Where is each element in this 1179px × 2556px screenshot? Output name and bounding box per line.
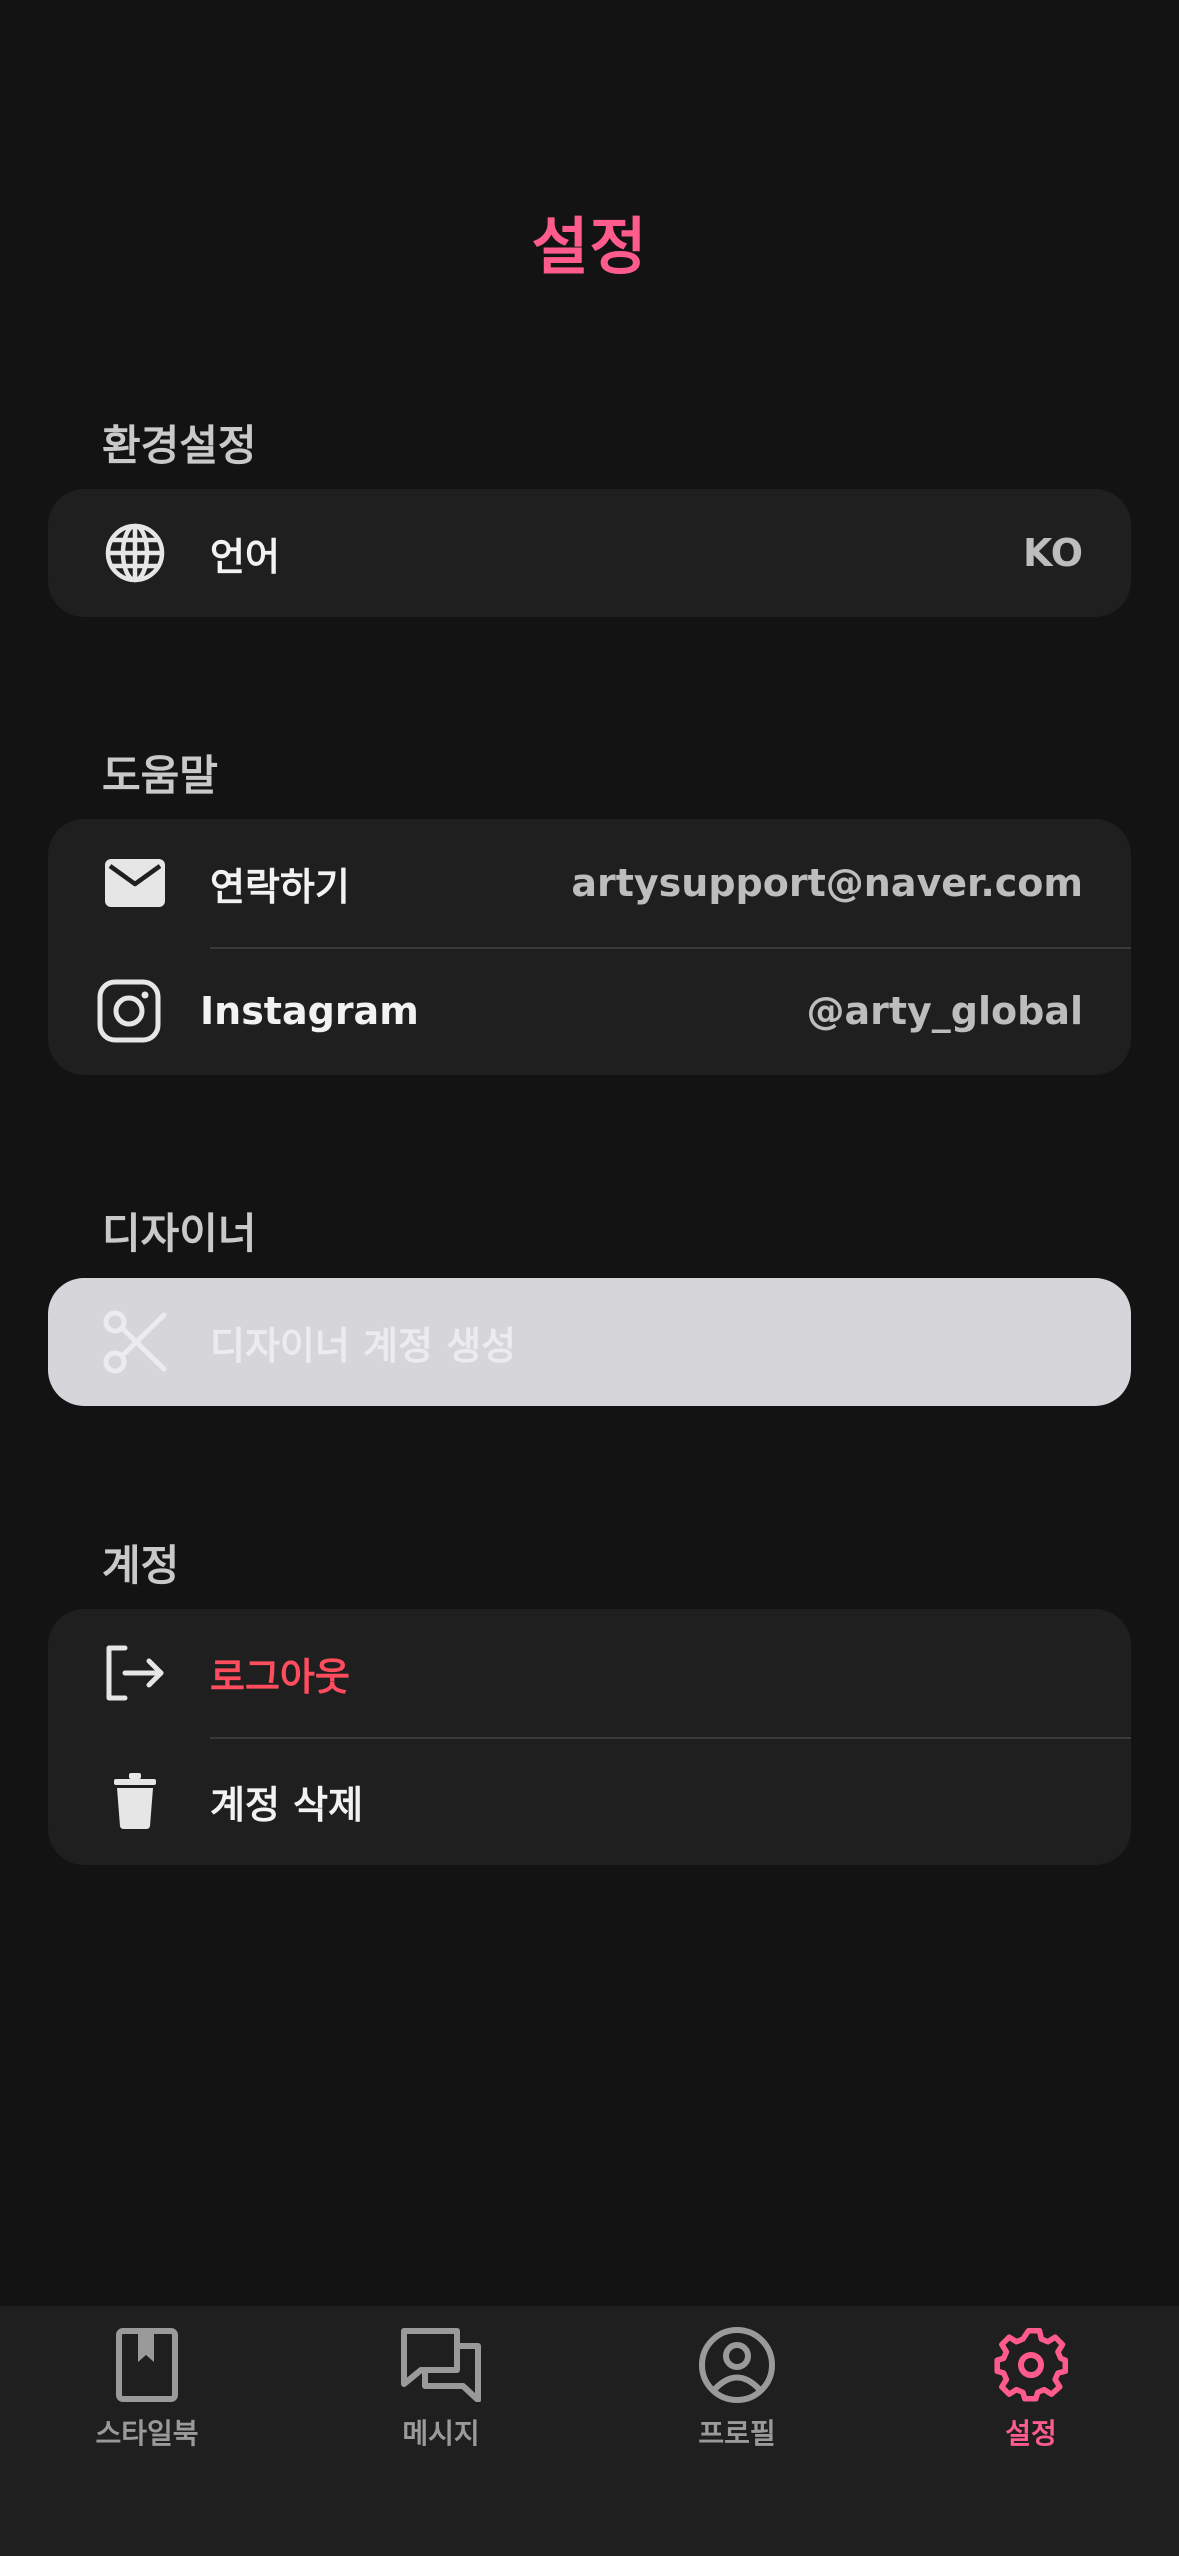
scissors-icon xyxy=(100,1307,170,1377)
section-title-preferences: 환경설정 xyxy=(102,421,257,470)
language-label: 언어 xyxy=(210,534,280,579)
tab-messages[interactable]: 메시지 xyxy=(341,2322,541,2472)
language-value: KO xyxy=(1022,531,1083,575)
instagram-row[interactable]: Instagram @arty_global xyxy=(48,947,1131,1075)
create-designer-account-label: 디자이너 계정 생성 xyxy=(210,1323,517,1368)
tab-profile-label: 프로필 xyxy=(698,2417,776,2450)
logout-icon xyxy=(100,1638,170,1708)
profile-icon xyxy=(694,2322,780,2408)
page-title: 설정 xyxy=(531,210,648,283)
logout-label: 로그아웃 xyxy=(210,1654,350,1699)
preferences-card: 언어 KO xyxy=(48,489,1131,617)
delete-account-label: 계정 삭제 xyxy=(210,1782,364,1827)
stylebook-icon xyxy=(104,2322,190,2408)
trash-icon xyxy=(100,1766,170,1836)
mail-icon xyxy=(100,848,170,918)
tab-settings-label: 설정 xyxy=(1005,2417,1057,2450)
message-icon xyxy=(398,2322,484,2408)
create-designer-account-row[interactable]: 디자이너 계정 생성 xyxy=(48,1278,1131,1406)
tab-messages-label: 메시지 xyxy=(402,2417,480,2450)
language-row[interactable]: 언어 KO xyxy=(48,489,1131,617)
section-title-designer: 디자이너 xyxy=(102,1209,257,1258)
tab-profile[interactable]: 프로필 xyxy=(637,2322,837,2472)
help-card: 연락하기 artysupport@naver.com Instagram @ar… xyxy=(48,819,1131,1075)
settings-icon xyxy=(988,2322,1074,2408)
contact-row[interactable]: 연락하기 artysupport@naver.com xyxy=(48,819,1131,947)
tab-stylebook-label: 스타일북 xyxy=(95,2417,199,2450)
account-card: 로그아웃 계정 삭제 xyxy=(48,1609,1131,1865)
tab-settings[interactable]: 설정 xyxy=(931,2322,1131,2472)
globe-icon xyxy=(100,518,170,588)
bottom-tab-bar: 스타일북 메시지 프로필 설정 xyxy=(0,2306,1179,2556)
tab-stylebook[interactable]: 스타일북 xyxy=(47,2322,247,2472)
section-title-help: 도움말 xyxy=(102,751,218,800)
contact-label: 연락하기 xyxy=(210,864,350,909)
instagram-handle[interactable]: @arty_global xyxy=(806,989,1083,1033)
delete-account-row[interactable]: 계정 삭제 xyxy=(48,1737,1131,1865)
contact-email[interactable]: artysupport@naver.com xyxy=(571,861,1083,905)
designer-card: 디자이너 계정 생성 xyxy=(48,1278,1131,1406)
logout-row[interactable]: 로그아웃 xyxy=(48,1609,1131,1737)
instagram-label: Instagram xyxy=(200,989,419,1033)
section-title-account: 계정 xyxy=(102,1541,180,1590)
instagram-icon xyxy=(94,976,164,1046)
